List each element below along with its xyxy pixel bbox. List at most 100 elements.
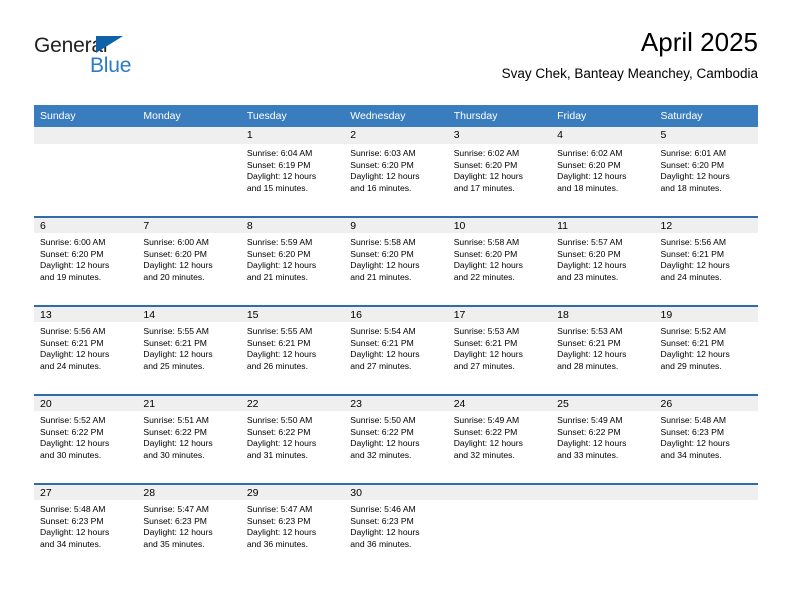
day-number bbox=[654, 483, 758, 500]
daylight-text: Daylight: 12 hours bbox=[143, 527, 213, 538]
sunrise-text: Sunrise: 5:56 AM bbox=[660, 237, 726, 247]
sunrise-text: Sunrise: 5:52 AM bbox=[660, 326, 726, 336]
day-number: 20 bbox=[34, 394, 138, 411]
day-number: 8 bbox=[240, 216, 345, 233]
day-details: Sunrise: 6:01 AM Sunset: 6:20 PM Daylight:… bbox=[655, 144, 758, 194]
day-cell[interactable]: 1 Sunrise: 6:04 AM Sunset: 6:19 PM Daylight… bbox=[240, 127, 345, 216]
day-cell-inner: 22 Sunrise: 5:50 AM Sunset: 6:22 PM Dayligh… bbox=[240, 394, 345, 483]
day-cell[interactable]: 16 Sunrise: 5:54 AM Sunset: 6:21 PM Dayligh… bbox=[344, 305, 448, 394]
day-cell[interactable]: 19 Sunrise: 5:52 AM Sunset: 6:21 PM Dayligh… bbox=[654, 305, 758, 394]
day-cell[interactable]: 6 Sunrise: 6:00 AM Sunset: 6:20 PM Daylight… bbox=[34, 216, 138, 305]
week-row: 6 Sunrise: 6:00 AM Sunset: 6:20 PM Daylight… bbox=[34, 216, 758, 305]
day-details bbox=[655, 500, 758, 504]
day-cell[interactable]: 7 Sunrise: 6:00 AM Sunset: 6:20 PM Daylight… bbox=[137, 216, 241, 305]
sunset-text: Sunset: 6:20 PM bbox=[143, 248, 207, 259]
sunrise-text: Sunrise: 5:54 AM bbox=[350, 326, 416, 336]
day-number: 18 bbox=[551, 305, 655, 322]
day-cell-inner: 4 Sunrise: 6:02 AM Sunset: 6:20 PM Daylight… bbox=[551, 127, 655, 216]
sunrise-sunset-calendar: Sunday Monday Tuesday Wednesday Thursday… bbox=[34, 105, 758, 572]
page-header: General Blue April 2025 Svay Chek, Bante… bbox=[34, 26, 758, 100]
day-cell-inner: 29 Sunrise: 5:47 AM Sunset: 6:23 PM Dayligh… bbox=[240, 483, 345, 572]
day-cell[interactable]: 5 Sunrise: 6:01 AM Sunset: 6:20 PM Daylight… bbox=[654, 127, 758, 216]
day-cell[interactable]: 8 Sunrise: 5:59 AM Sunset: 6:20 PM Daylight… bbox=[240, 216, 345, 305]
day-cell[interactable]: 4 Sunrise: 6:02 AM Sunset: 6:20 PM Daylight… bbox=[551, 127, 655, 216]
sunset-text: Sunset: 6:23 PM bbox=[246, 515, 311, 526]
day-details: Sunrise: 5:54 AM Sunset: 6:21 PM Daylight:… bbox=[344, 322, 447, 372]
sunset-text: Sunset: 6:21 PM bbox=[40, 337, 104, 348]
day-cell[interactable]: 24 Sunrise: 5:49 AM Sunset: 6:22 PM Dayligh… bbox=[447, 394, 552, 483]
daylight-text: Daylight: 12 hours bbox=[350, 171, 420, 182]
daylight-text: Daylight: 12 hours bbox=[40, 349, 110, 360]
day-details: Sunrise: 6:02 AM Sunset: 6:20 PM Daylight:… bbox=[551, 144, 654, 194]
day-cell[interactable]: 28 Sunrise: 5:47 AM Sunset: 6:23 PM Dayligh… bbox=[137, 483, 241, 572]
sunset-text: Sunset: 6:21 PM bbox=[350, 337, 414, 348]
week-row: 20 Sunrise: 5:52 AM Sunset: 6:22 PM Dayligh… bbox=[34, 394, 758, 483]
daylight-text: and 33 minutes. bbox=[557, 449, 619, 460]
day-details: Sunrise: 5:47 AM Sunset: 6:23 PM Daylight:… bbox=[137, 500, 240, 550]
day-details: Sunrise: 6:03 AM Sunset: 6:20 PM Daylight:… bbox=[344, 144, 447, 194]
day-number: 15 bbox=[240, 305, 345, 322]
day-cell[interactable]: 13 Sunrise: 5:56 AM Sunset: 6:21 PM Dayligh… bbox=[34, 305, 138, 394]
day-cell[interactable]: 17 Sunrise: 5:53 AM Sunset: 6:21 PM Dayligh… bbox=[447, 305, 552, 394]
day-details bbox=[551, 500, 654, 504]
daylight-text: and 22 minutes. bbox=[453, 271, 515, 282]
daylight-text: and 31 minutes. bbox=[246, 449, 308, 460]
day-cell-inner: 16 Sunrise: 5:54 AM Sunset: 6:21 PM Dayligh… bbox=[344, 305, 448, 394]
day-cell[interactable]: 22 Sunrise: 5:50 AM Sunset: 6:22 PM Dayligh… bbox=[240, 394, 345, 483]
day-details: Sunrise: 5:48 AM Sunset: 6:23 PM Daylight:… bbox=[655, 411, 758, 461]
daylight-text: Daylight: 12 hours bbox=[660, 260, 730, 271]
day-cell[interactable]: 27 Sunrise: 5:48 AM Sunset: 6:23 PM Dayligh… bbox=[34, 483, 138, 572]
day-details: Sunrise: 5:47 AM Sunset: 6:23 PM Daylight:… bbox=[241, 500, 344, 550]
day-cell[interactable]: 18 Sunrise: 5:53 AM Sunset: 6:21 PM Dayligh… bbox=[551, 305, 655, 394]
day-details bbox=[34, 144, 137, 148]
day-cell[interactable]: 14 Sunrise: 5:55 AM Sunset: 6:21 PM Dayligh… bbox=[137, 305, 241, 394]
day-cell[interactable]: 10 Sunrise: 5:58 AM Sunset: 6:20 PM Dayligh… bbox=[447, 216, 552, 305]
daylight-text: and 15 minutes. bbox=[246, 182, 308, 193]
day-cell-inner: 7 Sunrise: 6:00 AM Sunset: 6:20 PM Daylight… bbox=[137, 216, 241, 305]
daylight-text: and 29 minutes. bbox=[660, 360, 722, 371]
day-cell[interactable]: 21 Sunrise: 5:51 AM Sunset: 6:22 PM Dayligh… bbox=[137, 394, 241, 483]
day-cell[interactable]: 25 Sunrise: 5:49 AM Sunset: 6:22 PM Dayligh… bbox=[551, 394, 655, 483]
sunset-text: Sunset: 6:22 PM bbox=[40, 426, 104, 437]
day-cell[interactable]: 26 Sunrise: 5:48 AM Sunset: 6:23 PM Dayligh… bbox=[654, 394, 758, 483]
day-number: 7 bbox=[137, 216, 241, 233]
page-subtitle: Svay Chek, Banteay Meanchey, Cambodia bbox=[501, 66, 758, 81]
day-cell[interactable]: 30 Sunrise: 5:46 AM Sunset: 6:23 PM Dayligh… bbox=[344, 483, 448, 572]
sunset-text: Sunset: 6:22 PM bbox=[143, 426, 207, 437]
day-details: Sunrise: 5:53 AM Sunset: 6:21 PM Daylight:… bbox=[448, 322, 551, 372]
day-cell-inner: 26 Sunrise: 5:48 AM Sunset: 6:23 PM Dayligh… bbox=[654, 394, 758, 483]
daylight-text: and 21 minutes. bbox=[350, 271, 412, 282]
daylight-text: and 35 minutes. bbox=[143, 538, 205, 549]
day-cell-inner: 23 Sunrise: 5:50 AM Sunset: 6:22 PM Dayligh… bbox=[344, 394, 448, 483]
daylight-text: Daylight: 12 hours bbox=[246, 527, 317, 538]
sunrise-text: Sunrise: 6:00 AM bbox=[40, 237, 106, 247]
day-cell[interactable]: 23 Sunrise: 5:50 AM Sunset: 6:22 PM Dayligh… bbox=[344, 394, 448, 483]
daylight-text: Daylight: 12 hours bbox=[453, 438, 523, 449]
day-number: 13 bbox=[34, 305, 138, 322]
day-cell[interactable]: 20 Sunrise: 5:52 AM Sunset: 6:22 PM Dayligh… bbox=[34, 394, 138, 483]
daylight-text: and 19 minutes. bbox=[40, 271, 102, 282]
day-cell[interactable]: 2 Sunrise: 6:03 AM Sunset: 6:20 PM Daylight… bbox=[344, 127, 448, 216]
day-details: Sunrise: 5:59 AM Sunset: 6:20 PM Daylight:… bbox=[241, 233, 344, 283]
day-cell[interactable]: 11 Sunrise: 5:57 AM Sunset: 6:20 PM Dayligh… bbox=[551, 216, 655, 305]
day-cell-inner: 2 Sunrise: 6:03 AM Sunset: 6:20 PM Daylight… bbox=[344, 127, 448, 216]
sunset-text: Sunset: 6:21 PM bbox=[143, 337, 207, 348]
day-details: Sunrise: 6:02 AM Sunset: 6:20 PM Daylight:… bbox=[448, 144, 551, 194]
daylight-text: Daylight: 12 hours bbox=[660, 171, 730, 182]
day-details: Sunrise: 5:52 AM Sunset: 6:21 PM Daylight:… bbox=[655, 322, 758, 372]
day-cell-inner: 17 Sunrise: 5:53 AM Sunset: 6:21 PM Dayligh… bbox=[447, 305, 552, 394]
daylight-text: and 24 minutes. bbox=[660, 271, 722, 282]
daylight-text: Daylight: 12 hours bbox=[660, 349, 730, 360]
day-details: Sunrise: 5:53 AM Sunset: 6:21 PM Daylight:… bbox=[551, 322, 654, 372]
day-details: Sunrise: 5:49 AM Sunset: 6:22 PM Daylight:… bbox=[551, 411, 654, 461]
day-number: 9 bbox=[344, 216, 448, 233]
day-cell[interactable]: 3 Sunrise: 6:02 AM Sunset: 6:20 PM Daylight… bbox=[447, 127, 552, 216]
sunrise-text: Sunrise: 5:50 AM bbox=[246, 415, 313, 425]
day-cell[interactable]: 29 Sunrise: 5:47 AM Sunset: 6:23 PM Dayligh… bbox=[240, 483, 345, 572]
day-cell[interactable]: 15 Sunrise: 5:55 AM Sunset: 6:21 PM Dayligh… bbox=[240, 305, 345, 394]
day-cell[interactable]: 9 Sunrise: 5:58 AM Sunset: 6:20 PM Daylight… bbox=[344, 216, 448, 305]
day-details bbox=[137, 144, 240, 148]
daylight-text: and 27 minutes. bbox=[350, 360, 412, 371]
day-number: 6 bbox=[34, 216, 138, 233]
day-cell[interactable]: 12 Sunrise: 5:56 AM Sunset: 6:21 PM Dayligh… bbox=[654, 216, 758, 305]
